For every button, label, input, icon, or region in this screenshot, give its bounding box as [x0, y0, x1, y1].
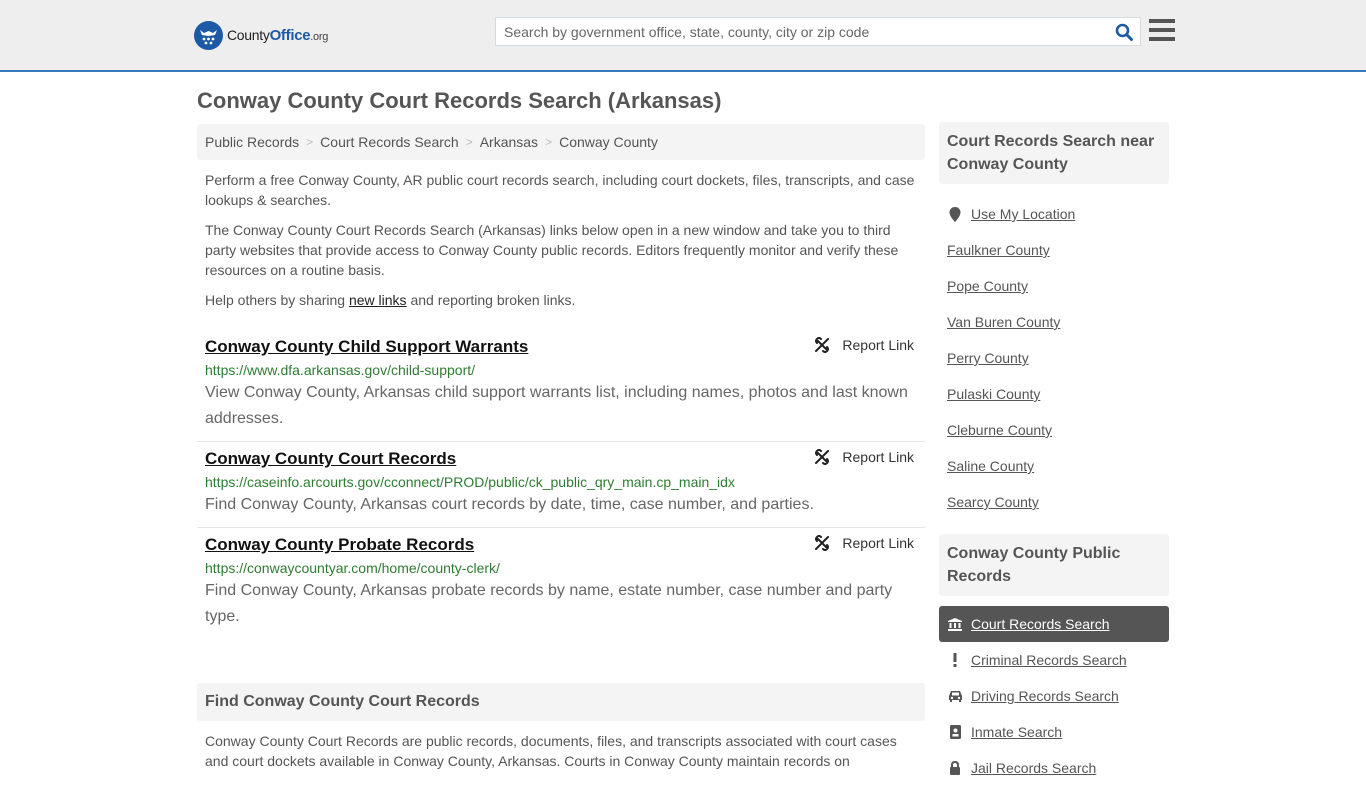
public-records-item-court[interactable]: Court Records Search	[939, 606, 1169, 642]
page-title: Conway County Court Records Search (Arka…	[197, 88, 722, 113]
report-link-button[interactable]: Report Link	[814, 337, 914, 353]
public-records-link[interactable]: Jail Records Search	[971, 760, 1096, 776]
nearby-county-link[interactable]: Saline County	[947, 458, 1034, 474]
logo-text: CountyOffice.org	[227, 27, 329, 44]
report-link-button[interactable]: Report Link	[814, 449, 914, 465]
broken-link-icon	[815, 337, 830, 353]
breadcrumb-conway-county[interactable]: Conway County	[559, 134, 658, 150]
breadcrumb-arkansas[interactable]: Arkansas	[480, 134, 538, 150]
eagle-logo-icon	[194, 21, 223, 50]
breadcrumb-separator: >	[465, 135, 473, 149]
result-item: Conway County Child Support Warrants Rep…	[197, 330, 925, 442]
intro-paragraph: Perform a free Conway County, AR public …	[205, 172, 915, 208]
nearby-county-item: Pulaski County	[939, 376, 1169, 412]
breadcrumb-court-records-search[interactable]: Court Records Search	[320, 134, 459, 150]
public-records-link[interactable]: Inmate Search	[971, 724, 1062, 740]
exclamation-icon	[947, 653, 963, 667]
site-logo[interactable]: CountyOffice.org	[194, 21, 328, 50]
breadcrumb: Public Records > Court Records Search > …	[197, 124, 925, 160]
result-description: Find Conway County, Arkansas court recor…	[205, 496, 814, 513]
public-records-heading: Conway County Public Records	[939, 534, 1169, 596]
lock-icon	[947, 761, 963, 775]
public-records-link[interactable]: Driving Records Search	[971, 688, 1119, 704]
nearby-heading: Court Records Search near Conway County	[939, 122, 1169, 184]
nearby-county-item: Van Buren County	[939, 304, 1169, 340]
report-link-button[interactable]: Report Link	[814, 535, 914, 551]
nearby-county-link[interactable]: Pulaski County	[947, 386, 1040, 402]
sidebar: Court Records Search near Conway County …	[939, 122, 1169, 786]
nearby-county-item: Searcy County	[939, 484, 1169, 520]
nearby-county-link[interactable]: Faulkner County	[947, 242, 1050, 258]
id-badge-icon	[947, 725, 963, 739]
search-input[interactable]	[496, 18, 1108, 45]
intro-paragraph: The Conway County Court Records Search (…	[205, 222, 899, 278]
car-icon	[947, 690, 963, 702]
courthouse-icon	[947, 617, 963, 631]
public-records-item-inmate[interactable]: Inmate Search	[939, 714, 1169, 750]
nearby-county-item: Cleburne County	[939, 412, 1169, 448]
find-records-body: Conway County Court Records are public r…	[205, 733, 897, 769]
public-records-list: Court Records Search Criminal Records Se…	[939, 606, 1169, 786]
use-my-location-link[interactable]: Use My Location	[971, 206, 1075, 222]
nearby-county-item: Pope County	[939, 268, 1169, 304]
broken-link-icon	[815, 535, 830, 551]
nearby-county-link[interactable]: Searcy County	[947, 494, 1039, 510]
broken-link-icon	[815, 449, 830, 465]
public-records-item-driving[interactable]: Driving Records Search	[939, 678, 1169, 714]
result-title-link[interactable]: Conway County Court Records	[205, 448, 456, 470]
result-description: View Conway County, Arkansas child suppo…	[205, 384, 908, 427]
result-item: Conway County Probate Records Report Lin…	[197, 528, 925, 639]
public-records-link[interactable]: Criminal Records Search	[971, 652, 1127, 668]
find-records-heading: Find Conway County Court Records	[197, 683, 925, 721]
use-location-item: Use My Location	[939, 196, 1169, 232]
nearby-county-item: Faulkner County	[939, 232, 1169, 268]
public-records-item-jail[interactable]: Jail Records Search	[939, 750, 1169, 786]
result-item: Conway County Court Records Report Link …	[197, 442, 925, 528]
nearby-county-link[interactable]: Van Buren County	[947, 314, 1060, 330]
breadcrumb-separator: >	[545, 135, 553, 149]
nearby-county-link[interactable]: Pope County	[947, 278, 1028, 294]
map-marker-icon	[947, 206, 963, 222]
result-url[interactable]: https://conwaycountyar.com/home/county-c…	[205, 558, 917, 578]
result-description: Find Conway County, Arkansas probate rec…	[205, 582, 893, 625]
share-links-note: Help others by sharing new links and rep…	[205, 292, 576, 308]
nearby-county-item: Perry County	[939, 340, 1169, 376]
site-search	[495, 17, 1141, 46]
main-content: Public Records > Court Records Search > …	[197, 124, 925, 771]
public-records-item-criminal[interactable]: Criminal Records Search	[939, 642, 1169, 678]
search-button[interactable]	[1108, 18, 1140, 45]
result-title-link[interactable]: Conway County Child Support Warrants	[205, 336, 528, 358]
result-url[interactable]: https://www.dfa.arkansas.gov/child-suppo…	[205, 360, 917, 380]
public-records-link[interactable]: Court Records Search	[971, 616, 1110, 632]
nearby-list: Use My Location Faulkner County Pope Cou…	[939, 196, 1169, 520]
site-header: CountyOffice.org	[0, 0, 1366, 72]
search-icon	[1115, 23, 1133, 41]
results-list: Conway County Child Support Warrants Rep…	[197, 330, 925, 639]
nearby-county-link[interactable]: Perry County	[947, 350, 1029, 366]
nearby-county-item: Saline County	[939, 448, 1169, 484]
breadcrumb-public-records[interactable]: Public Records	[205, 134, 299, 150]
new-links-link[interactable]: new links	[349, 292, 407, 308]
hamburger-menu-icon[interactable]	[1149, 19, 1175, 43]
nearby-county-link[interactable]: Cleburne County	[947, 422, 1052, 438]
result-url[interactable]: https://caseinfo.arcourts.gov/cconnect/P…	[205, 472, 917, 492]
intro: Perform a free Conway County, AR public …	[197, 170, 925, 310]
breadcrumb-separator: >	[306, 135, 314, 149]
result-title-link[interactable]: Conway County Probate Records	[205, 534, 474, 556]
